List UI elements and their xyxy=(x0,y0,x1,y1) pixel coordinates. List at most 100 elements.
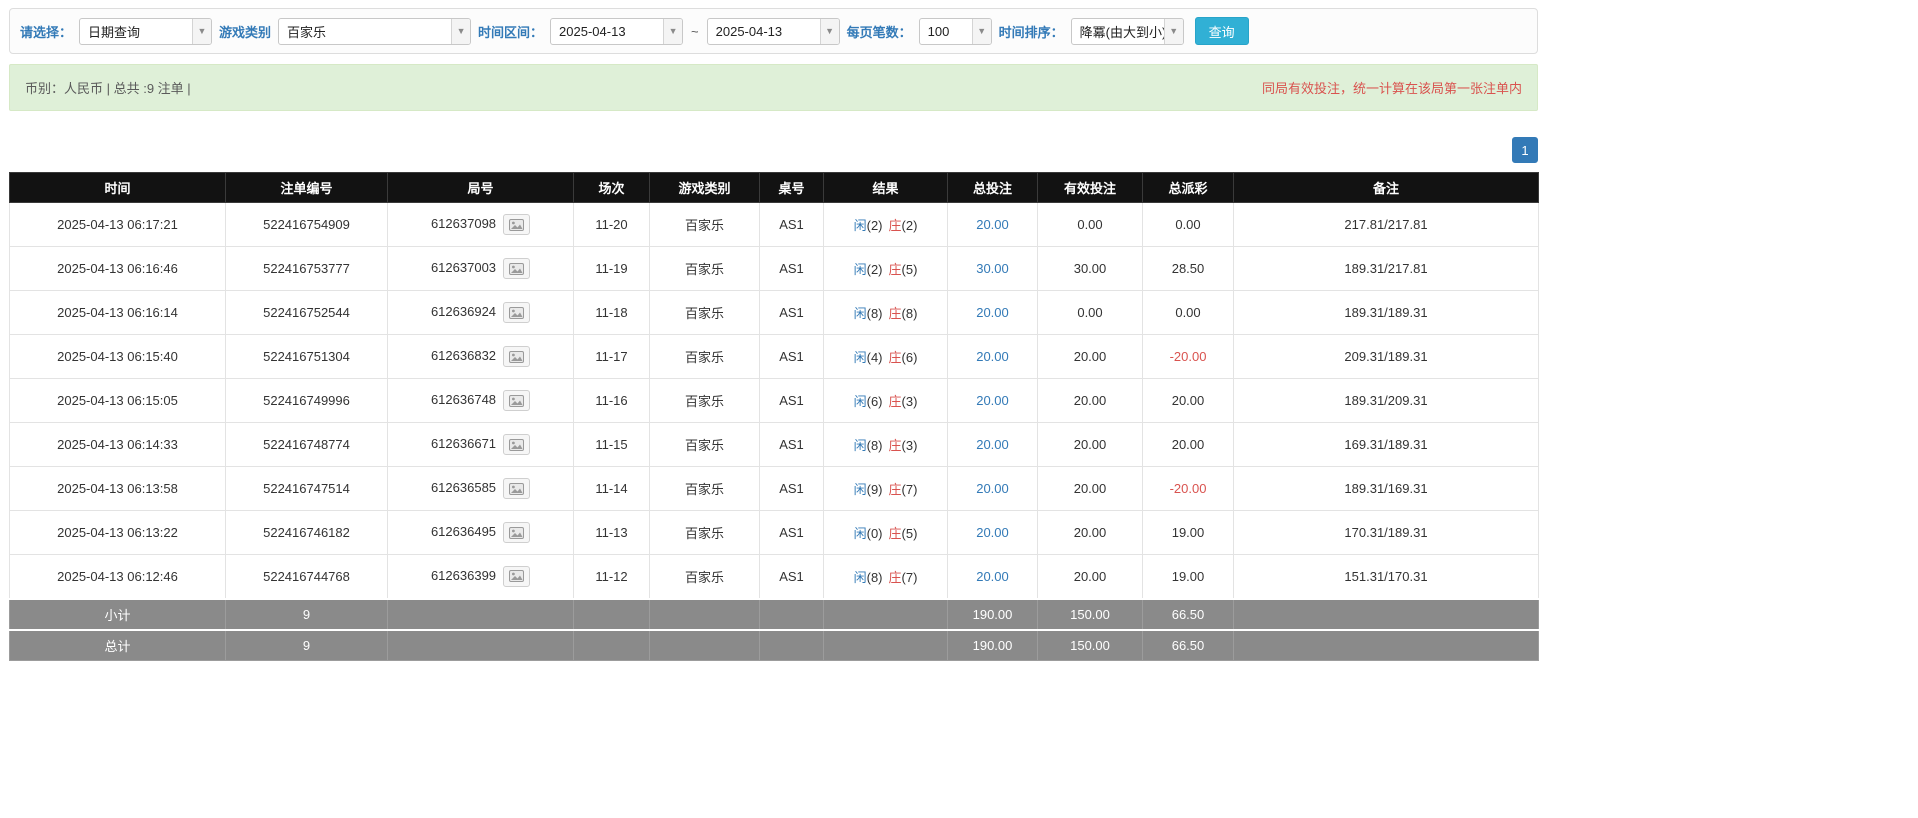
game-record-icon[interactable] xyxy=(503,434,530,455)
cell-result: 闲(2)庄(5) xyxy=(824,247,948,291)
total-bet-link[interactable]: 30.00 xyxy=(976,261,1009,276)
col-header-time: 时间 xyxy=(10,173,226,203)
cell-bet-id: 522416748774 xyxy=(226,423,388,467)
cell-payout: 20.00 xyxy=(1143,423,1234,467)
subtotal-row: 小计 9 190.00 150.00 66.50 xyxy=(10,599,1539,630)
subtotal-count: 9 xyxy=(226,599,388,630)
game-category-label: 游戏类别 xyxy=(219,22,271,41)
cell-session: 11-19 xyxy=(574,247,650,291)
col-header-remark: 备注 xyxy=(1234,173,1539,203)
cell-game: 百家乐 xyxy=(650,247,760,291)
cell-total-bet: 30.00 xyxy=(948,247,1038,291)
cell-session: 11-12 xyxy=(574,555,650,599)
banker-score: (6) xyxy=(902,350,918,365)
cell-result: 闲(0)庄(5) xyxy=(824,511,948,555)
cell-total-bet: 20.00 xyxy=(948,335,1038,379)
cell-result: 闲(8)庄(3) xyxy=(824,423,948,467)
cell-result: 闲(2)庄(2) xyxy=(824,203,948,247)
total-bet-link[interactable]: 20.00 xyxy=(976,305,1009,320)
cell-round: 612637098 xyxy=(388,203,574,247)
banker-result-label: 庄 xyxy=(889,350,902,365)
player-result-label: 闲 xyxy=(854,482,867,497)
cell-game: 百家乐 xyxy=(650,379,760,423)
subtotal-label: 小计 xyxy=(10,599,226,630)
cell-session: 11-15 xyxy=(574,423,650,467)
total-bet-link[interactable]: 20.00 xyxy=(976,437,1009,452)
per-page-value: 100 xyxy=(920,19,972,44)
cell-time: 2025-04-13 06:16:46 xyxy=(10,247,226,291)
col-header-valid-bet: 有效投注 xyxy=(1038,173,1143,203)
banker-result-label: 庄 xyxy=(889,482,902,497)
player-result-label: 闲 xyxy=(854,526,867,541)
game-record-icon[interactable] xyxy=(503,522,530,543)
table-body: 2025-04-13 06:17:21 522416754909 6126370… xyxy=(10,203,1539,599)
game-record-icon[interactable] xyxy=(503,302,530,323)
cell-session: 11-17 xyxy=(574,335,650,379)
banker-score: (7) xyxy=(902,570,918,585)
round-number: 612637098 xyxy=(431,216,496,231)
cell-remark: 151.31/170.31 xyxy=(1234,555,1539,599)
cell-round: 612636585 xyxy=(388,467,574,511)
banker-result-label: 庄 xyxy=(889,570,902,585)
player-score: (8) xyxy=(867,570,883,585)
total-label: 总计 xyxy=(10,630,226,661)
cell-payout: 19.00 xyxy=(1143,511,1234,555)
player-score: (0) xyxy=(867,526,883,541)
player-result-label: 闲 xyxy=(854,262,867,277)
cell-result: 闲(8)庄(7) xyxy=(824,555,948,599)
player-score: (2) xyxy=(867,218,883,233)
cell-valid-bet: 20.00 xyxy=(1038,511,1143,555)
date-to-picker[interactable]: 2025-04-13 ▼ xyxy=(707,18,840,45)
total-bet-link[interactable]: 20.00 xyxy=(976,525,1009,540)
chevron-down-icon: ▼ xyxy=(663,19,682,44)
filter-bar: 请选择： 日期查询 ▼ 游戏类别 百家乐 ▼ 时间区间： 2025-04-13 … xyxy=(9,8,1538,54)
cell-time: 2025-04-13 06:12:46 xyxy=(10,555,226,599)
game-record-icon[interactable] xyxy=(503,346,530,367)
cell-table-no: AS1 xyxy=(760,379,824,423)
game-record-icon[interactable] xyxy=(503,566,530,587)
game-category-select[interactable]: 百家乐 ▼ xyxy=(278,18,471,45)
subtotal-total-bet: 190.00 xyxy=(948,599,1038,630)
cell-total-bet: 20.00 xyxy=(948,511,1038,555)
cell-payout: 20.00 xyxy=(1143,379,1234,423)
cell-game: 百家乐 xyxy=(650,467,760,511)
banker-score: (2) xyxy=(902,218,918,233)
game-record-icon[interactable] xyxy=(503,258,530,279)
total-bet-link[interactable]: 20.00 xyxy=(976,217,1009,232)
query-button[interactable]: 查询 xyxy=(1195,17,1249,45)
cell-session: 11-13 xyxy=(574,511,650,555)
round-number: 612636832 xyxy=(431,348,496,363)
total-bet-link[interactable]: 20.00 xyxy=(976,481,1009,496)
game-record-icon[interactable] xyxy=(503,390,530,411)
cell-total-bet: 20.00 xyxy=(948,555,1038,599)
total-bet-link[interactable]: 20.00 xyxy=(976,569,1009,584)
cell-table-no: AS1 xyxy=(760,203,824,247)
summary-left-text: 币别：人民币 | 总共 :9 注单 | xyxy=(25,78,191,97)
player-result-label: 闲 xyxy=(854,438,867,453)
page-1-button[interactable]: 1 xyxy=(1512,137,1538,163)
cell-total-bet: 20.00 xyxy=(948,467,1038,511)
cell-game: 百家乐 xyxy=(650,291,760,335)
game-record-icon[interactable] xyxy=(503,214,530,235)
table-row: 2025-04-13 06:16:46 522416753777 6126370… xyxy=(10,247,1539,291)
cell-bet-id: 522416752544 xyxy=(226,291,388,335)
player-result-label: 闲 xyxy=(854,218,867,233)
date-from-picker[interactable]: 2025-04-13 ▼ xyxy=(550,18,683,45)
time-sort-select[interactable]: 降冪(由大到小) ▼ xyxy=(1071,18,1184,45)
cell-remark: 189.31/189.31 xyxy=(1234,291,1539,335)
summary-right-text: 同局有效投注，统一计算在该局第一张注单内 xyxy=(1262,78,1522,97)
query-mode-select[interactable]: 日期查询 ▼ xyxy=(79,18,212,45)
time-range-label: 时间区间： xyxy=(478,22,543,41)
cell-session: 11-14 xyxy=(574,467,650,511)
total-bet-link[interactable]: 20.00 xyxy=(976,349,1009,364)
cell-total-bet: 20.00 xyxy=(948,291,1038,335)
cell-table-no: AS1 xyxy=(760,555,824,599)
game-record-icon[interactable] xyxy=(503,478,530,499)
player-result-label: 闲 xyxy=(854,394,867,409)
total-bet-link[interactable]: 20.00 xyxy=(976,393,1009,408)
cell-valid-bet: 0.00 xyxy=(1038,291,1143,335)
cell-table-no: AS1 xyxy=(760,247,824,291)
cell-payout: 0.00 xyxy=(1143,291,1234,335)
cell-remark: 170.31/189.31 xyxy=(1234,511,1539,555)
per-page-select[interactable]: 100 ▼ xyxy=(919,18,992,45)
